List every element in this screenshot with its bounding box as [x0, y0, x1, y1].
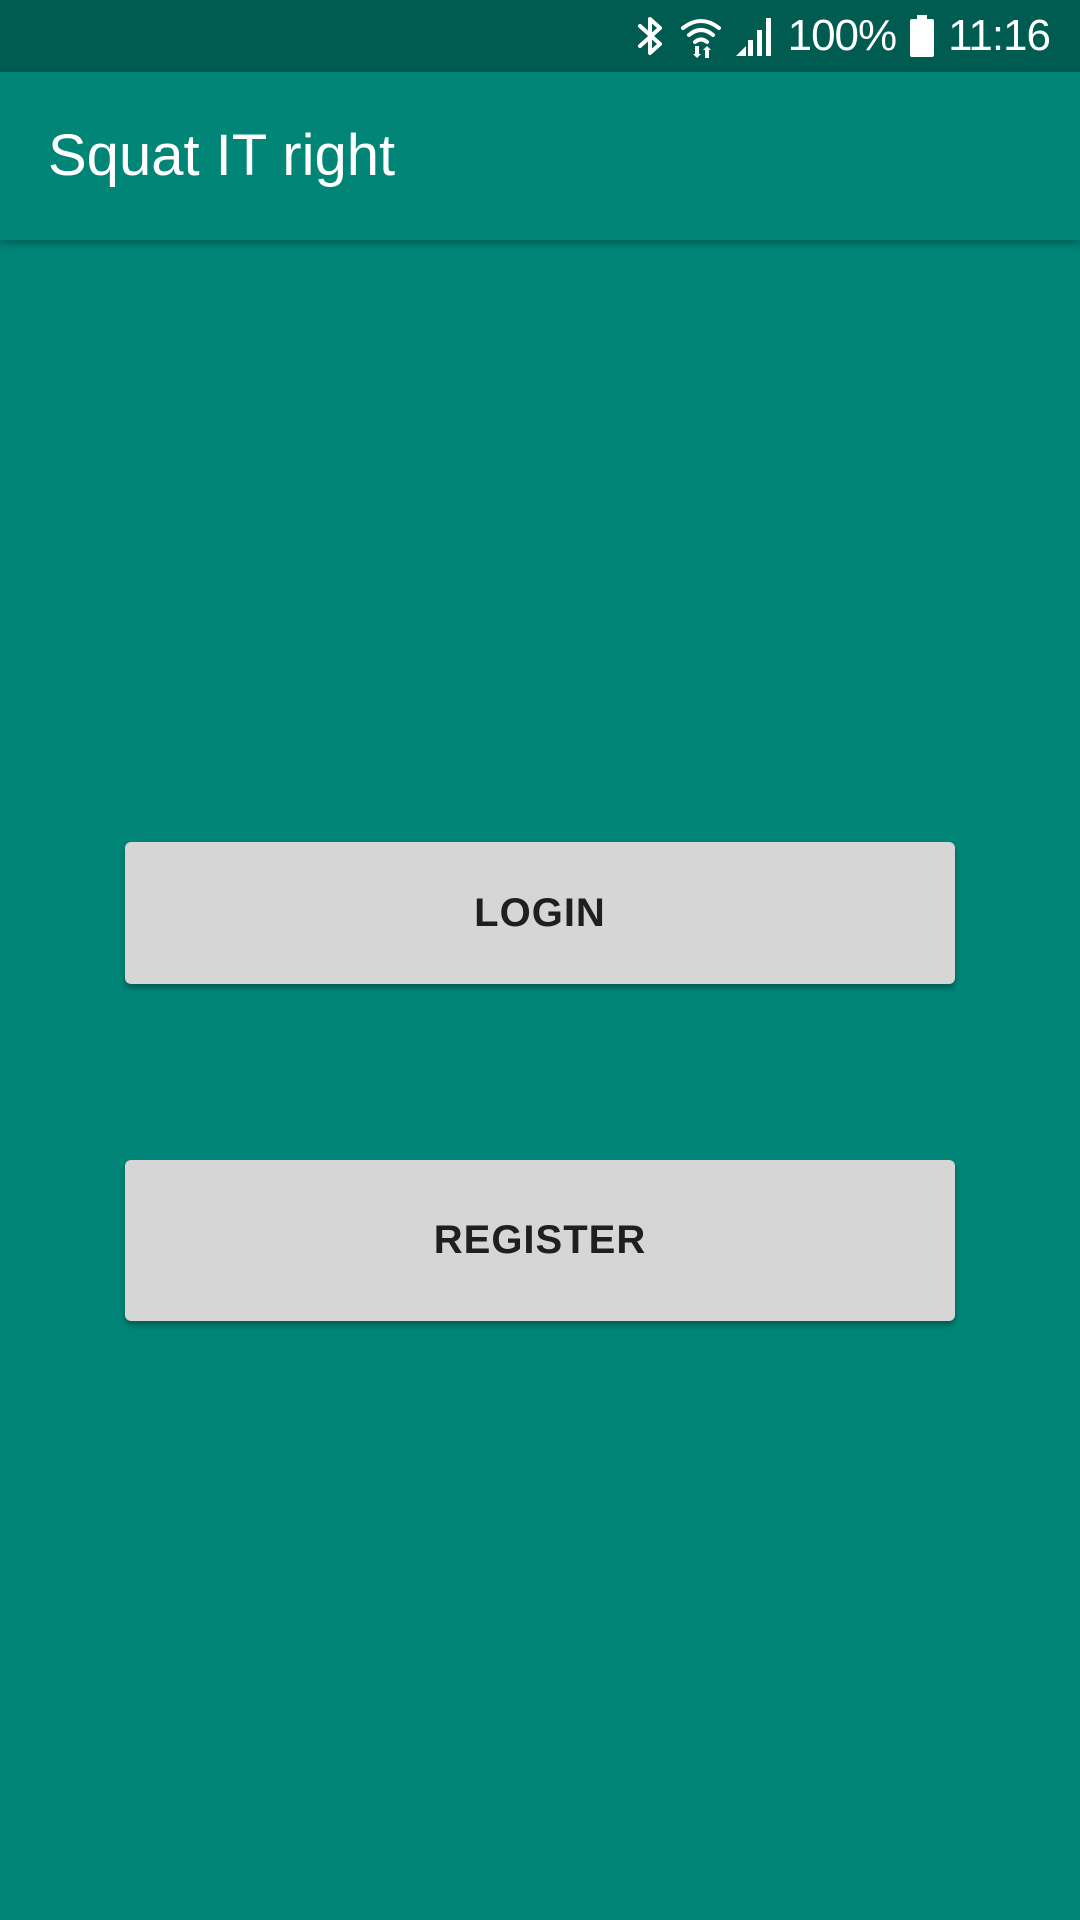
main-content: LOGIN REGISTER [0, 240, 1080, 1920]
status-bar: 100% 11:16 [0, 0, 1080, 72]
signal-icon [735, 16, 774, 56]
login-button[interactable]: LOGIN [125, 842, 955, 984]
app-bar: Squat IT right [0, 72, 1080, 240]
status-icons: 100% 11:16 [636, 0, 1051, 72]
wifi-icon [680, 14, 722, 58]
register-button[interactable]: REGISTER [125, 1160, 955, 1321]
bluetooth-icon [636, 14, 666, 58]
screen: 100% 11:16 Squat IT right LOGIN REGISTER [0, 0, 1080, 1920]
clock: 11:16 [948, 11, 1051, 60]
app-title: Squat IT right [48, 123, 396, 188]
battery-icon [910, 15, 935, 57]
battery-percent: 100% [787, 11, 898, 60]
